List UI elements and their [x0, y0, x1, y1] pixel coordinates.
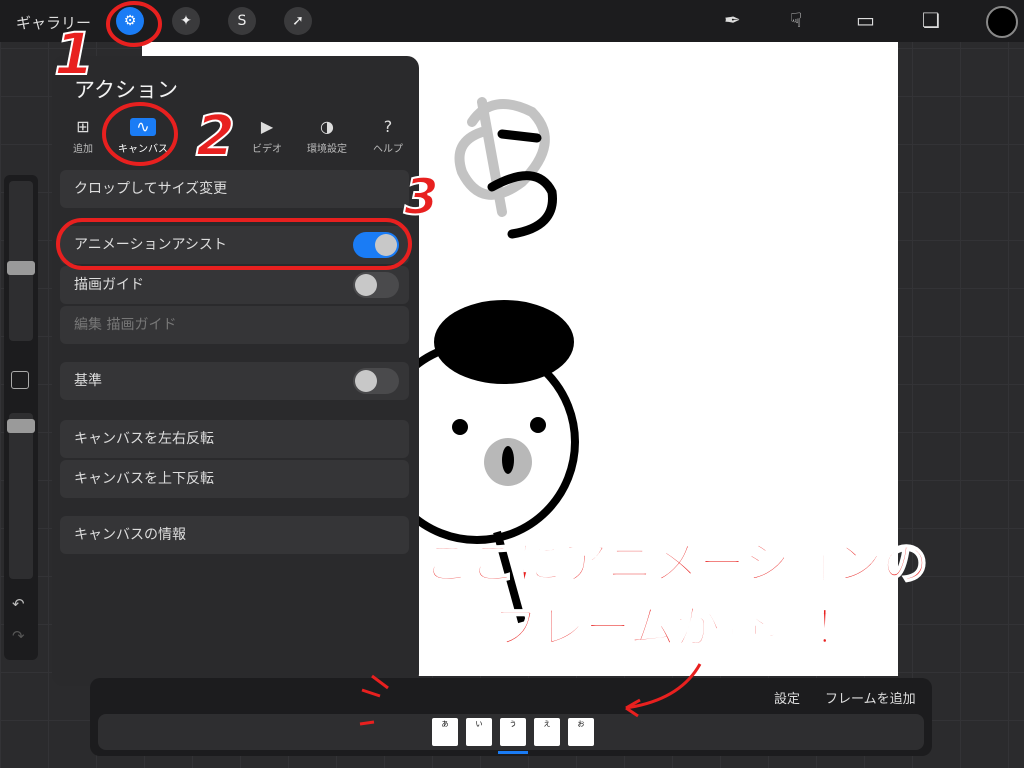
step-number-3: 3	[403, 167, 440, 227]
highlight-circle-2	[102, 102, 178, 166]
callout-text-line1: ここにアニメーションの	[423, 535, 929, 591]
step-number-1: 1	[53, 19, 95, 89]
highlight-circle-1	[106, 1, 162, 47]
step-number-2: 2	[195, 103, 236, 170]
highlight-oval-3	[56, 218, 412, 270]
callout-text-line2: フレームが登場！	[492, 599, 861, 655]
emphasis-marks	[359, 674, 389, 726]
